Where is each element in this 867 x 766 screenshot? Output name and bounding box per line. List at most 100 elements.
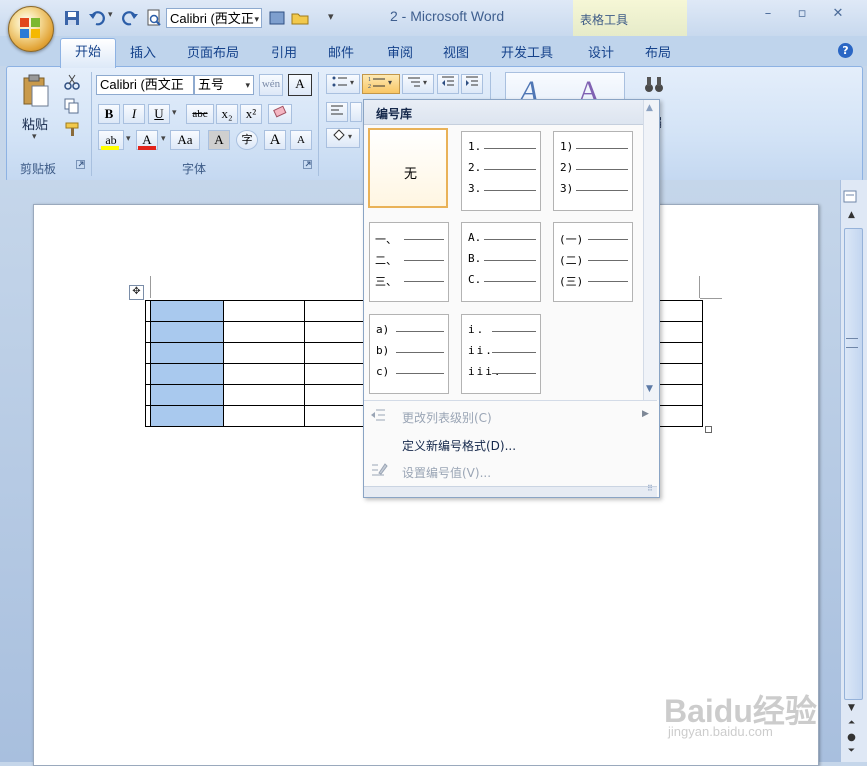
underline-button[interactable]: U — [148, 104, 170, 124]
table-cell[interactable] — [656, 405, 703, 427]
font-color-dropdown-arrow[interactable]: ▾ — [161, 134, 166, 144]
undo-icon[interactable] — [88, 9, 106, 27]
font-size-box[interactable]: 五号 ▾ — [194, 75, 254, 95]
tab-view[interactable]: 视图 — [443, 42, 469, 61]
numbering-option-lower-roman[interactable]: i. ii. iii. — [461, 314, 541, 394]
numbering-option-arabic-period[interactable]: 1. 2. 3. — [461, 131, 541, 211]
redo-icon[interactable] — [121, 9, 139, 27]
change-case-button[interactable]: Aa — [170, 130, 200, 150]
table-resize-handle[interactable] — [705, 426, 712, 433]
numbering-button[interactable]: 1 2 ▾ — [362, 74, 400, 94]
cut-icon[interactable] — [64, 74, 80, 90]
multilevel-list-button[interactable]: ▾ — [402, 74, 434, 94]
table-cell[interactable] — [223, 321, 305, 343]
menu-item-set-numbering-value[interactable]: 设置编号值(V)... — [364, 458, 657, 484]
view-ruler-icon[interactable] — [843, 190, 859, 204]
font-name-box[interactable]: Calibri (西文正 — [96, 75, 194, 95]
paste-button[interactable]: 粘贴 ▾ — [12, 72, 58, 158]
office-button[interactable] — [8, 6, 54, 52]
table-cell-selected[interactable] — [150, 405, 224, 427]
table-cell-selected[interactable] — [150, 321, 224, 343]
shading-button[interactable]: ▾ — [326, 128, 360, 148]
character-shading-button[interactable]: A — [208, 130, 230, 150]
table-cell-selected[interactable] — [150, 384, 224, 406]
table-cell-selected[interactable] — [150, 363, 224, 385]
customize-quick-access-icon[interactable]: ▾ — [328, 10, 334, 23]
increase-indent-button[interactable] — [461, 74, 483, 94]
grow-font-button[interactable]: A — [264, 130, 286, 150]
maximize-button[interactable]: ▫ — [792, 6, 812, 22]
open-folder-icon[interactable] — [291, 9, 309, 27]
table-cell-selected[interactable] — [150, 300, 224, 322]
numbering-option-upper-alpha[interactable]: A. B. C. — [461, 222, 541, 302]
numbering-option-lower-alpha[interactable]: a) b) c) — [369, 314, 449, 394]
clear-formatting-button[interactable] — [268, 104, 292, 124]
copy-icon[interactable] — [64, 98, 80, 114]
enclose-characters-button[interactable]: 字 — [236, 130, 258, 150]
dialog-launcher-icon[interactable] — [303, 160, 313, 170]
table-cell[interactable] — [656, 300, 703, 322]
numbering-option-chinese[interactable]: 一、 二、 三、 — [369, 222, 449, 302]
tab-review[interactable]: 审阅 — [387, 42, 413, 61]
tab-mailings[interactable]: 邮件 — [328, 42, 354, 61]
undo-dropdown-arrow[interactable]: ▾ — [108, 10, 113, 20]
scrollbar-thumb[interactable] — [844, 228, 863, 700]
previous-page-icon[interactable]: ⏶ — [843, 718, 860, 732]
table-cell[interactable] — [656, 384, 703, 406]
align-left-button[interactable] — [326, 102, 348, 122]
italic-button[interactable]: I — [123, 104, 145, 124]
align-center-button[interactable] — [350, 102, 362, 122]
bullets-button[interactable]: ▾ — [326, 74, 360, 94]
strikethrough-button[interactable]: abc — [186, 104, 214, 124]
tab-layout[interactable]: 布局 — [645, 42, 671, 61]
browse-object-icon[interactable]: ● — [843, 732, 860, 746]
format-painter-icon[interactable] — [64, 121, 82, 137]
resize-grip-icon[interactable]: ⠿ — [647, 484, 653, 493]
menu-item-define-new-format[interactable]: 定义新编号格式(D)... — [364, 431, 657, 457]
save-icon[interactable] — [63, 9, 81, 27]
table-cell[interactable] — [223, 384, 305, 406]
numbering-option-none[interactable]: 无 — [368, 128, 448, 208]
scroll-down-arrow-icon[interactable]: ▼ — [843, 703, 860, 717]
next-page-icon[interactable]: ⏷ — [843, 746, 860, 760]
table-cell[interactable] — [223, 300, 305, 322]
subscript-button[interactable]: x₂ — [216, 104, 238, 124]
menu-item-change-list-level[interactable]: 更改列表级别(C) ▶ — [364, 403, 657, 429]
shrink-font-button[interactable]: A — [290, 130, 312, 150]
table-cell[interactable] — [223, 342, 305, 364]
table-cell[interactable] — [656, 342, 703, 364]
numbering-option-arabic-paren[interactable]: 1) 2) 3) — [553, 131, 633, 211]
gallery-scroll-down-icon[interactable]: ▼ — [646, 384, 653, 394]
tab-home[interactable]: 开始 — [60, 38, 116, 68]
gallery-scrollbar[interactable]: ▲ ▼ — [643, 100, 659, 400]
help-icon[interactable]: ? — [838, 43, 853, 58]
table-cell[interactable] — [656, 363, 703, 385]
table-move-handle-icon[interactable]: ✥ — [129, 285, 144, 300]
superscript-button[interactable]: x² — [240, 104, 262, 124]
minimize-button[interactable]: – — [758, 6, 778, 22]
highlight-dropdown-arrow[interactable]: ▾ — [126, 134, 131, 144]
gallery-scroll-up-icon[interactable]: ▲ — [646, 103, 653, 113]
tab-page-layout[interactable]: 页面布局 — [187, 42, 239, 61]
decrease-indent-button[interactable] — [437, 74, 459, 94]
bold-button[interactable]: B — [98, 104, 120, 124]
underline-dropdown-arrow[interactable]: ▾ — [172, 108, 177, 118]
tab-references[interactable]: 引用 — [271, 42, 297, 61]
character-border-button[interactable]: A — [288, 74, 312, 96]
table-tool-icon[interactable] — [268, 9, 286, 27]
phonetic-guide-button[interactable]: wén — [259, 74, 283, 96]
table-cell[interactable] — [223, 405, 305, 427]
print-preview-icon[interactable] — [145, 9, 163, 27]
tab-developer[interactable]: 开发工具 — [501, 42, 553, 61]
tab-insert[interactable]: 插入 — [130, 42, 156, 61]
table-cell[interactable] — [656, 321, 703, 343]
scroll-up-arrow-icon[interactable]: ▲ — [843, 210, 860, 224]
tab-design[interactable]: 设计 — [588, 42, 614, 61]
close-button[interactable]: ✕ — [828, 6, 848, 22]
table-cell[interactable] — [223, 363, 305, 385]
quick-access-font-box[interactable]: Calibri (西文正 ▾ — [166, 8, 262, 28]
numbering-option-chinese-paren[interactable]: (一) (二) (三) — [553, 222, 633, 302]
dialog-launcher-icon[interactable] — [76, 160, 86, 170]
table-cell-selected[interactable] — [150, 342, 224, 364]
cell-line — [492, 373, 536, 374]
